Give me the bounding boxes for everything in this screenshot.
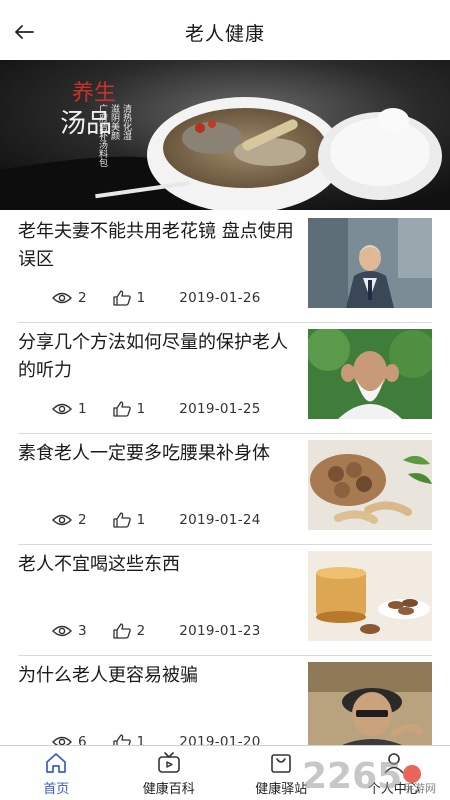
article-item[interactable]: 分享几个方法如何尽量的保护老人的听力 1 1 2019-01-25 (18, 323, 432, 434)
like-count: 1 (136, 401, 146, 417)
like-count: 1 (136, 290, 146, 306)
user-icon (384, 753, 404, 774)
tab-label: 首页 (43, 782, 70, 797)
view-count: 3 (78, 623, 87, 639)
thumbs-up-icon (112, 290, 131, 306)
eye-icon (52, 292, 72, 304)
banner-caption-3: 广府清补汤料包 (97, 103, 108, 167)
article-title: 分享几个方法如何尽量的保护老人的听力 (18, 332, 288, 381)
like-count: 2 (136, 623, 146, 639)
publish-date: 2019-01-23 (179, 623, 261, 639)
tab-home[interactable]: 首页 (0, 746, 113, 800)
page-title: 老人健康 (184, 23, 265, 45)
article-title: 老人不宜喝这些东西 (18, 554, 180, 575)
banner-caption-1: 清热化湿 (121, 103, 132, 140)
article-meta: 2 1 2019-01-26 (52, 288, 261, 308)
view-count: 1 (78, 401, 87, 417)
banner-image[interactable]: 养生 汤品 清热化湿 滋阴美颜 广府清补汤料包 (0, 60, 450, 210)
view-count: 2 (78, 290, 87, 306)
article-item[interactable]: 老人不宜喝这些东西 3 2 2019-01-23 (18, 545, 432, 656)
publish-date: 2019-01-26 (179, 290, 261, 306)
article-title: 素食老人一定要多吃腰果补身体 (18, 443, 270, 464)
app-header: 老人健康 (0, 0, 450, 60)
bag-icon (271, 754, 292, 773)
article-thumbnail (308, 329, 432, 419)
thumbs-up-icon (112, 512, 131, 528)
like-count: 1 (136, 512, 146, 528)
thumbs-up-icon (112, 623, 131, 639)
article-item[interactable]: 素食老人一定要多吃腰果补身体 2 1 2019-01-24 (18, 434, 432, 545)
tv-icon (157, 752, 180, 773)
article-thumbnail (308, 440, 432, 530)
article-item[interactable]: 老年夫妻不能共用老花镜 盘点使用误区 2 1 2019-01-26 (18, 212, 432, 323)
tab-label: 健康百科 (142, 782, 195, 797)
tab-profile[interactable]: 个人中心 (338, 746, 450, 800)
banner-caption-2: 滋阴美颜 (109, 103, 120, 141)
article-thumbnail (308, 551, 432, 641)
article-thumbnail (308, 218, 432, 308)
article-thumbnail (308, 662, 432, 752)
article-list: 老年夫妻不能共用老花镜 盘点使用误区 2 1 2019-01-26 分享几个方法… (0, 212, 450, 767)
tab-label: 健康驿站 (255, 782, 308, 797)
eye-icon (52, 403, 72, 415)
eye-icon (52, 514, 72, 526)
tab-label: 个人中心 (367, 782, 420, 797)
article-meta: 3 2 2019-01-23 (52, 621, 261, 641)
publish-date: 2019-01-25 (179, 401, 261, 417)
bottom-tab-bar: 首页 健康百科 健康驿站 个人中心 (0, 745, 450, 800)
view-count: 2 (78, 512, 87, 528)
article-title: 老年夫妻不能共用老花镜 盘点使用误区 (18, 221, 294, 270)
thumbs-up-icon (112, 401, 131, 417)
tab-health-encyclopedia[interactable]: 健康百科 (113, 746, 226, 800)
tab-health-station[interactable]: 健康驿站 (225, 746, 338, 800)
article-title: 为什么老人更容易被骗 (18, 665, 198, 686)
banner-title-1: 养生 (72, 81, 116, 106)
home-icon (46, 753, 67, 773)
publish-date: 2019-01-24 (179, 512, 261, 528)
eye-icon (52, 625, 72, 637)
article-meta: 2 1 2019-01-24 (52, 510, 261, 530)
article-meta: 1 1 2019-01-25 (52, 399, 261, 419)
